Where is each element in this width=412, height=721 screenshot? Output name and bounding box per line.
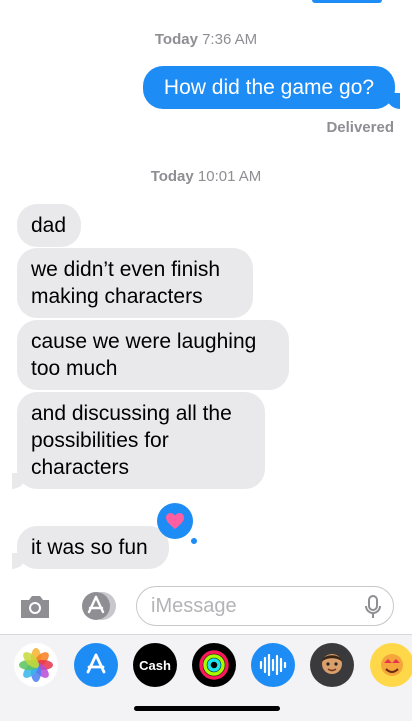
apple-cash-icon[interactable]: Cash xyxy=(133,643,177,687)
message-text: How did the game go? xyxy=(163,76,375,99)
heart-icon xyxy=(166,513,184,529)
message-line: dad xyxy=(31,214,67,237)
incoming-message[interactable]: cause we were laughing too much xyxy=(17,320,289,390)
incoming-message[interactable]: it was so fun xyxy=(12,526,169,569)
photos-icon[interactable] xyxy=(14,643,58,687)
message-line: possibilities for xyxy=(31,429,169,452)
memoji-stickers-icon[interactable] xyxy=(370,643,412,687)
timestamp-time: 7:36 AM xyxy=(202,31,258,48)
timestamp: Today 7:36 AM xyxy=(0,31,412,48)
timestamp-day: Today xyxy=(150,168,194,185)
previous-message-edge xyxy=(312,0,382,3)
outgoing-message[interactable]: How did the game go? xyxy=(143,66,400,109)
tapback-tail xyxy=(191,538,197,544)
message-line: cause we were laughing xyxy=(31,330,257,353)
app-store-icon[interactable] xyxy=(74,643,118,687)
message-line: we didn’t even finish xyxy=(31,258,221,281)
activity-rings-icon[interactable] xyxy=(192,643,236,687)
delivered-status: Delivered xyxy=(326,119,394,136)
timestamp: Today 10:01 AM xyxy=(0,168,412,185)
incoming-message[interactable]: and discussing all the possibilities for… xyxy=(12,392,265,489)
memoji-icon[interactable] xyxy=(310,643,354,687)
camera-icon[interactable] xyxy=(18,592,52,620)
message-input[interactable] xyxy=(149,593,353,619)
cash-label: Cash xyxy=(139,657,171,673)
home-indicator[interactable] xyxy=(134,706,280,711)
timestamp-time: 10:01 AM xyxy=(197,168,262,185)
message-line: it was so fun xyxy=(31,536,148,559)
app-store-icon[interactable] xyxy=(76,590,118,622)
incoming-message[interactable]: dad xyxy=(17,204,81,247)
audio-message-icon[interactable] xyxy=(251,643,295,687)
message-line: characters xyxy=(31,456,130,479)
tapback-reaction[interactable] xyxy=(157,503,193,539)
microphone-icon[interactable] xyxy=(365,595,381,619)
message-line: and discussing all the xyxy=(31,402,232,425)
message-line: too much xyxy=(31,357,118,380)
message-line: making characters xyxy=(31,285,203,308)
timestamp-day: Today xyxy=(154,31,198,48)
message-input-field[interactable] xyxy=(136,586,394,626)
incoming-message[interactable]: we didn’t even finish making characters xyxy=(17,248,253,318)
